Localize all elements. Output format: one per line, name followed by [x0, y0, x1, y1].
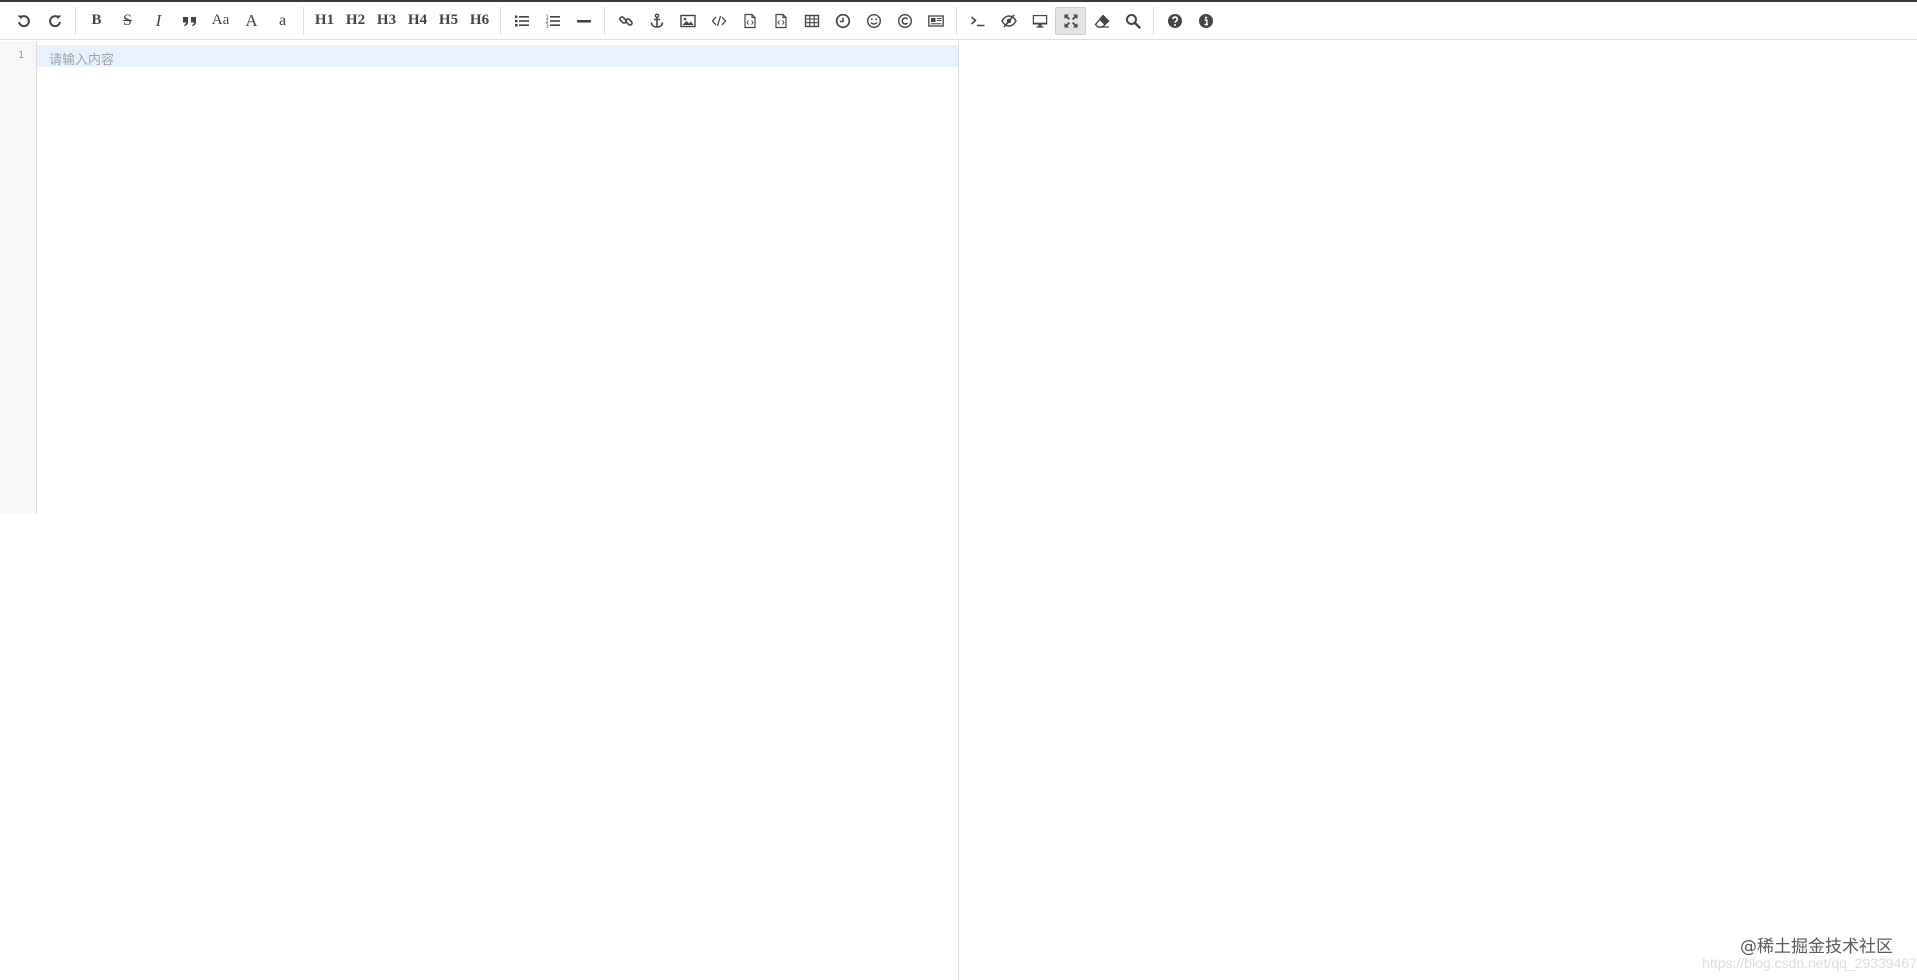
toolbar-separator — [1153, 6, 1154, 35]
toolbar-separator — [303, 6, 304, 35]
h2-label: H2 — [345, 12, 366, 28]
italic-button[interactable]: I — [143, 7, 174, 35]
editor-toolbar: B S I Aa Aa H1 H2 H3 H4 H5 H6 1 2 3 — [0, 2, 1917, 40]
h4-label: H4 — [407, 12, 428, 28]
toolbar-group: H1 H2 H3 H4 H5 H6 — [309, 7, 495, 35]
link-icon[interactable] — [610, 7, 641, 35]
strikethrough-label: S — [123, 11, 132, 29]
active-line-highlight — [37, 45, 958, 67]
uppercase-label: Aa — [211, 12, 230, 28]
quote-icon[interactable] — [174, 7, 205, 35]
info-icon[interactable] — [1190, 7, 1221, 35]
toolbar-group — [8, 7, 70, 35]
emoji-icon[interactable] — [858, 7, 889, 35]
editor-placeholder[interactable]: 请输入内容 — [49, 49, 114, 68]
html-preview-icon[interactable] — [1024, 7, 1055, 35]
toolbar-separator — [956, 6, 957, 35]
svg-text:3: 3 — [545, 23, 548, 29]
bold-button[interactable]: B — [81, 7, 112, 35]
lowercase-button[interactable]: a — [267, 7, 298, 35]
toolbar-separator — [75, 6, 76, 35]
inline-code-icon[interactable] — [703, 7, 734, 35]
clear-icon[interactable] — [1086, 7, 1117, 35]
datetime-icon[interactable] — [827, 7, 858, 35]
ordered-list-icon[interactable]: 123 — [537, 7, 568, 35]
lowercase-label: a — [278, 11, 287, 29]
goto-line-icon[interactable] — [962, 7, 993, 35]
toolbar-group — [610, 7, 951, 35]
strikethrough-button[interactable]: S — [112, 7, 143, 35]
h2-button[interactable]: H2 — [340, 7, 371, 35]
horizontal-rule-icon[interactable] — [568, 7, 599, 35]
toolbar-group: 123 — [506, 7, 599, 35]
h5-label: H5 — [438, 12, 459, 28]
preview-pane — [959, 41, 1917, 980]
html-entities-icon[interactable] — [889, 7, 920, 35]
line-number: 1 — [17, 50, 24, 61]
table-icon[interactable] — [796, 7, 827, 35]
preformatted-text-icon[interactable] — [765, 7, 796, 35]
unordered-list-icon[interactable] — [506, 7, 537, 35]
markdown-editor-pane[interactable]: 1 请输入内容 — [0, 41, 958, 980]
anchor-icon[interactable] — [641, 7, 672, 35]
toolbar-group — [962, 6, 1148, 35]
h6-label: H6 — [469, 12, 490, 28]
undo-icon[interactable] — [8, 7, 39, 35]
watermark-url: https://blog.csdn.net/qq_29339467 — [1702, 955, 1917, 971]
code-block-icon[interactable] — [734, 7, 765, 35]
redo-icon[interactable] — [39, 7, 70, 35]
toolbar-separator — [500, 6, 501, 35]
h1-button[interactable]: H1 — [309, 7, 340, 35]
italic-label: I — [155, 10, 162, 30]
watermark-title: @稀土掘金技术社区 — [1740, 937, 1893, 957]
line-number-gutter: 1 — [0, 41, 37, 514]
h3-button[interactable]: H3 — [371, 7, 402, 35]
fullscreen-icon[interactable] — [1055, 6, 1086, 35]
toolbar-group: B S I Aa Aa — [81, 7, 298, 35]
help-icon[interactable] — [1159, 7, 1190, 35]
h5-button[interactable]: H5 — [433, 7, 464, 35]
pagebreak-icon[interactable] — [920, 7, 951, 35]
uppercase-button[interactable]: Aa — [205, 7, 236, 35]
uppercase-all-label: A — [245, 10, 258, 30]
search-icon[interactable] — [1117, 7, 1148, 35]
toolbar-separator — [604, 6, 605, 35]
h1-label: H1 — [314, 12, 335, 28]
image-icon[interactable] — [672, 7, 703, 35]
h4-button[interactable]: H4 — [402, 7, 433, 35]
bold-label: B — [91, 12, 102, 28]
toggle-preview-icon[interactable] — [993, 7, 1024, 35]
toolbar-group — [1159, 7, 1221, 35]
uppercase-all-button[interactable]: A — [236, 7, 267, 35]
h6-button[interactable]: H6 — [464, 7, 495, 35]
h3-label: H3 — [376, 12, 397, 28]
